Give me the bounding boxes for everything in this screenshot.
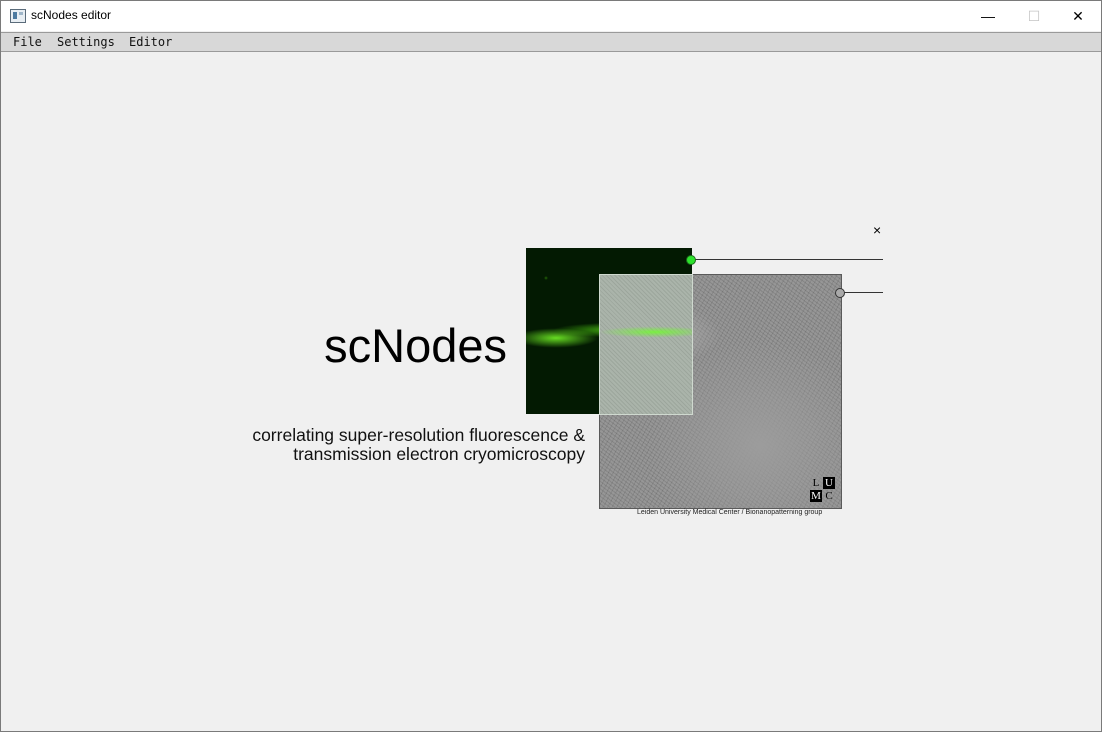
maximize-button[interactable]: ☐ [1011,1,1057,31]
splash-close-button[interactable]: × [873,222,881,238]
window-title: scNodes editor [31,8,112,22]
menu-settings[interactable]: Settings [57,35,115,49]
splash-app-name: scNodes [324,319,507,372]
close-button[interactable]: ✕ [1055,1,1101,31]
logo-letter-l: L [812,477,820,489]
splash-credit: Leiden University Medical Center / Biona… [637,509,823,516]
overlay-region [599,274,693,415]
menu-file[interactable]: File [13,35,42,49]
splash-subtitle-line1: correlating super-resolution fluorescenc… [252,425,585,445]
title-bar[interactable]: scNodes editor — ☐ ✕ [1,1,1101,31]
splash-subtitle-line2: transmission electron cryomicroscopy [293,444,585,464]
close-icon: ✕ [1072,7,1084,24]
lumc-logo: L U M C [810,477,836,503]
connection-wire [844,292,883,293]
menu-bar: File Settings Editor [1,32,1101,52]
output-port-active[interactable] [686,255,696,265]
logo-letter-m: M [810,490,822,502]
maximize-icon: ☐ [1027,7,1041,24]
logo-letter-u: U [823,477,835,489]
logo-letter-c: C [825,490,833,502]
splash-subtitle: correlating super-resolution fluorescenc… [252,426,585,464]
minimize-icon: — [981,8,995,24]
connection-wire [695,259,883,260]
minimize-button[interactable]: — [965,1,1011,31]
menu-editor[interactable]: Editor [129,35,172,49]
app-icon [10,9,26,23]
output-port-inactive[interactable] [835,288,845,298]
